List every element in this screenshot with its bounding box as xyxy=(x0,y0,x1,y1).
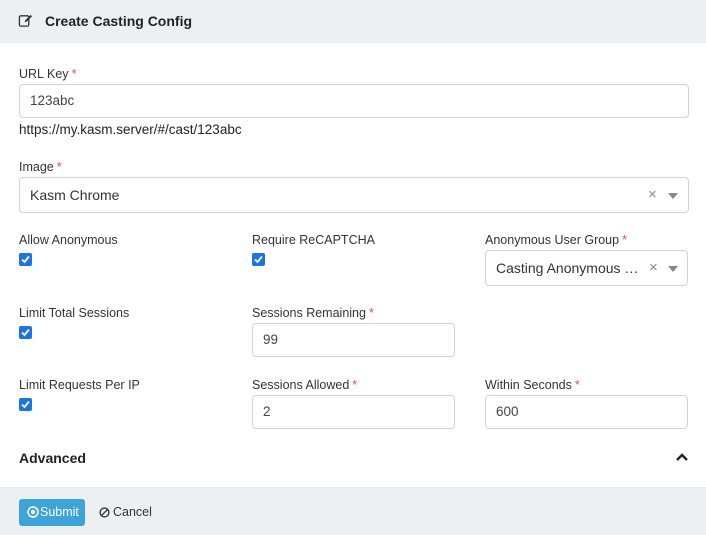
required-marker: * xyxy=(368,306,374,320)
anonymous-group-value: Casting Anonymous U... xyxy=(496,260,644,276)
image-select-value: Kasm Chrome xyxy=(30,187,120,203)
modal-footer: Submit Cancel xyxy=(0,487,706,535)
image-label: Image * xyxy=(19,160,62,174)
clear-icon[interactable]: × xyxy=(649,251,658,285)
advanced-toggle[interactable]: Advanced xyxy=(19,450,86,466)
required-marker: * xyxy=(574,378,580,392)
cancel-button[interactable]: Cancel xyxy=(99,499,152,526)
limit-sessions-checkbox[interactable] xyxy=(19,326,32,339)
limit-sessions-label: Limit Total Sessions xyxy=(19,306,130,320)
limit-requests-label: Limit Requests Per IP xyxy=(19,378,140,392)
submit-button[interactable]: Submit xyxy=(19,499,85,526)
chevron-down-icon[interactable] xyxy=(668,193,678,199)
required-marker: * xyxy=(352,378,358,392)
page-title: Create Casting Config xyxy=(45,13,193,29)
required-marker: * xyxy=(71,67,77,81)
cancel-label: Cancel xyxy=(113,505,152,519)
image-select[interactable]: Kasm Chrome × xyxy=(19,177,689,213)
sessions-allowed-input[interactable]: 2 xyxy=(252,395,455,429)
sessions-remaining-label: Sessions Remaining * xyxy=(252,306,374,320)
chevron-up-icon[interactable] xyxy=(675,452,689,462)
within-seconds-input[interactable]: 600 xyxy=(485,395,688,429)
modal-header: Create Casting Config xyxy=(0,0,706,43)
check-circle-icon xyxy=(27,506,39,518)
require-recaptcha-checkbox[interactable] xyxy=(252,253,265,266)
sessions-remaining-input[interactable]: 99 xyxy=(252,323,455,357)
required-marker: * xyxy=(56,160,62,174)
anonymous-group-select[interactable]: Casting Anonymous U... × xyxy=(485,250,688,286)
anonymous-group-label: Anonymous User Group * xyxy=(485,233,627,247)
ban-icon xyxy=(99,507,110,518)
url-key-label: URL Key * xyxy=(19,67,77,81)
clear-icon[interactable]: × xyxy=(648,178,657,212)
required-marker: * xyxy=(622,233,627,247)
allow-anonymous-checkbox[interactable] xyxy=(19,253,32,266)
allow-anonymous-label: Allow Anonymous xyxy=(19,233,118,247)
edit-icon xyxy=(18,14,33,27)
url-key-input[interactable]: 123abc xyxy=(19,84,689,118)
submit-label: Submit xyxy=(40,505,79,519)
url-key-hint: https://my.kasm.server/#/cast/123abc xyxy=(19,122,242,137)
limit-requests-checkbox[interactable] xyxy=(19,398,32,411)
chevron-down-icon[interactable] xyxy=(668,266,678,272)
within-seconds-label: Within Seconds * xyxy=(485,378,580,392)
sessions-allowed-label: Sessions Allowed * xyxy=(252,378,358,392)
require-recaptcha-label: Require ReCAPTCHA xyxy=(252,233,375,247)
